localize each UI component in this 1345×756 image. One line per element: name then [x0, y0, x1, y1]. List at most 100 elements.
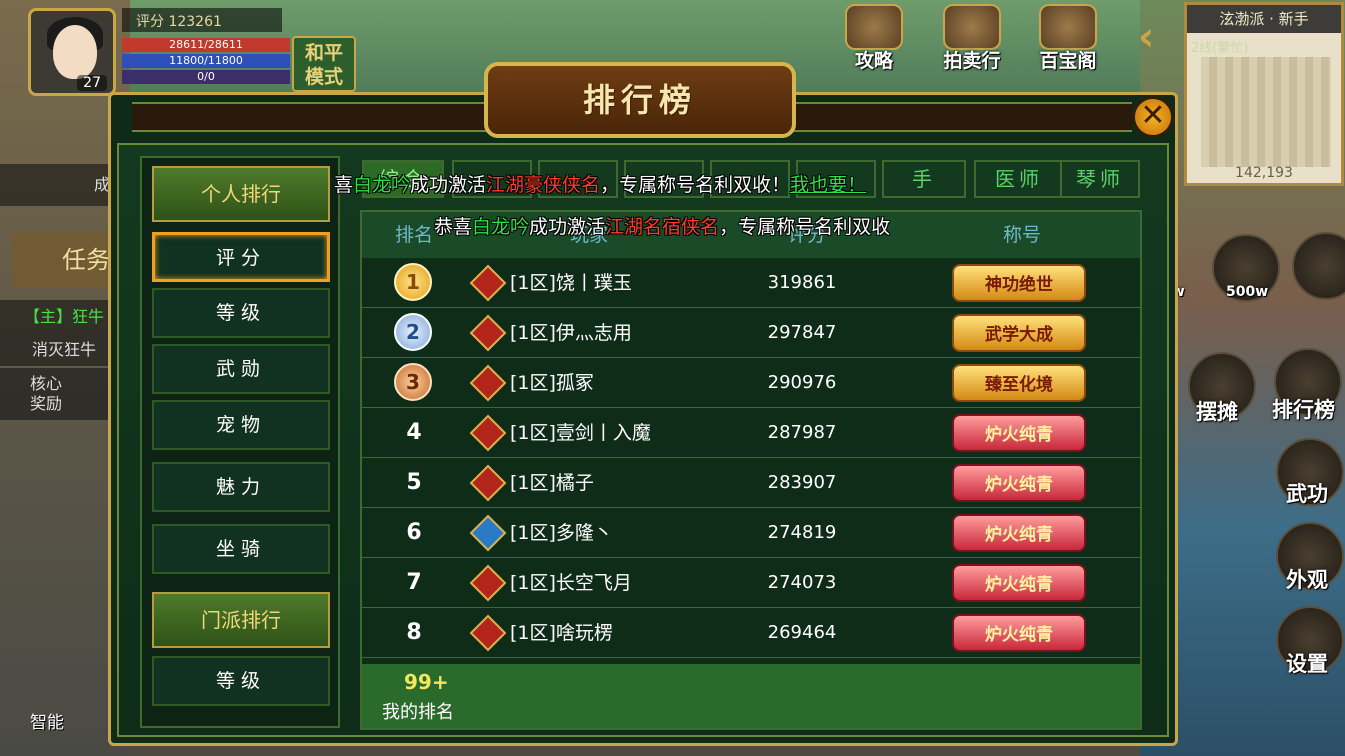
player-name[interactable]: [1区]多隆丶	[510, 508, 613, 558]
table-row[interactable]: 5 [1区]橘子 283907 炉火纯青	[362, 458, 1140, 508]
announce2-player: 白龙吟	[472, 216, 530, 238]
tab-physician[interactable]: 医师	[974, 160, 1064, 198]
chevron-left-icon[interactable]: ‹	[1138, 14, 1174, 60]
player-name[interactable]: [1区]壹剑丨入魔	[510, 408, 651, 458]
minimap-title: 泫渤派 · 新手	[1187, 5, 1341, 33]
auction-button[interactable]: 拍卖行	[930, 4, 1014, 76]
player-score-value: 297847	[767, 322, 837, 343]
task-panel-tab[interactable]: 任务	[12, 232, 118, 288]
sidebar-item-pet[interactable]: 宠物	[152, 400, 330, 450]
school-emblem-icon	[469, 314, 507, 352]
announcement-2: 恭喜白龙吟成功激活江湖名宿侠名，专属称号名利双收	[434, 212, 890, 239]
player-name[interactable]: [1区]伊灬志用	[510, 308, 632, 358]
peace-mode-button[interactable]: 和平 模式	[292, 36, 356, 92]
announcement-1: 喜白龙吟成功激活江湖豪侠侠名，专属称号名利双收！我也要！	[334, 170, 866, 197]
table-row[interactable]: 4 [1区]壹剑丨入魔 287987 炉火纯青	[362, 408, 1140, 458]
player-score-value: 283907	[767, 472, 837, 493]
school-emblem-icon	[469, 564, 507, 602]
player-name[interactable]: [1区]橘子	[510, 458, 594, 508]
my-rank-label: 我的排名	[382, 702, 454, 723]
rank-medal-gold-icon: 1	[394, 263, 432, 301]
treasure-shop-label: 百宝阁	[1039, 50, 1097, 72]
table-row[interactable]: 8 [1区]啥玩楞 269464 炉火纯青	[362, 608, 1140, 658]
title-badge: 炉火纯青	[952, 464, 1086, 502]
table-row[interactable]: 3 [1区]孤冢 290976 臻至化境	[362, 358, 1140, 408]
peace-mode-line2: 模式	[304, 66, 343, 88]
title-badge: 炉火纯青	[952, 614, 1086, 652]
announce1-player: 白龙吟	[353, 174, 411, 196]
close-icon[interactable]: ✕	[1132, 96, 1174, 138]
guide-label: 攻略	[854, 50, 893, 72]
minimap[interactable]: 泫渤派 · 新手 2线(繁忙) 142,193	[1184, 2, 1344, 186]
sidebar-item-score[interactable]: 评分	[152, 232, 330, 282]
guide-button[interactable]: 攻略	[832, 4, 916, 76]
rank-medal-silver-icon: 2	[394, 313, 432, 351]
appearance-label: 外观	[1286, 568, 1328, 592]
school-emblem-icon	[469, 414, 507, 452]
school-ranking-header[interactable]: 门派排行	[152, 592, 330, 648]
player-name[interactable]: [1区]孤冢	[510, 358, 594, 408]
player-level: 27	[77, 75, 107, 91]
pavilion-icon	[1039, 4, 1097, 50]
left-tab-achievement[interactable]: 成	[0, 164, 118, 206]
announce2-prefix: 恭喜	[434, 216, 473, 238]
my-rank-bar: 99+ 我的排名	[362, 664, 1140, 728]
quest-tag[interactable]: 【主】狂牛	[0, 300, 118, 334]
school-emblem-icon	[469, 514, 507, 552]
player-name[interactable]: [1区]啥玩楞	[510, 608, 613, 658]
sidebar-item-merit[interactable]: 武勋	[152, 344, 330, 394]
rank-number: 4	[406, 420, 422, 445]
peace-mode-line1: 和平	[304, 42, 343, 64]
announce2-mid: 成功激活	[529, 216, 606, 238]
title-badge: 炉火纯青	[952, 514, 1086, 552]
player-score-value: 274819	[767, 522, 837, 543]
table-row[interactable]: 6 [1区]多隆丶 274819 炉火纯青	[362, 508, 1140, 558]
minimap-terrain	[1201, 57, 1331, 167]
player-score: 评分 123261	[122, 8, 282, 32]
quest-description[interactable]: 消灭狂牛	[0, 334, 118, 366]
announce2-title: 江湖名宿侠名	[605, 216, 720, 238]
smart-mode-label[interactable]: 智能	[30, 708, 64, 733]
rank-number: 8	[406, 620, 422, 645]
title-badge: 炉火纯青	[952, 414, 1086, 452]
xp-bar: 0/0	[122, 70, 290, 84]
martial-label: 武功	[1286, 482, 1328, 506]
rank-medal-bronze-icon: 3	[394, 363, 432, 401]
player-name[interactable]: [1区]饶丨璞玉	[510, 258, 632, 308]
treasure-shop-button[interactable]: 百宝阁	[1026, 4, 1110, 76]
title-badge: 神功绝世	[952, 264, 1086, 302]
player-avatar[interactable]: 27	[28, 8, 116, 96]
rank-number: 5	[406, 470, 422, 495]
player-score-value: 269464	[767, 622, 837, 643]
player-name[interactable]: [1区]长空飞月	[510, 558, 632, 608]
table-row[interactable]: 1 [1区]饶丨璞玉 319861 神功绝世	[362, 258, 1140, 308]
minimap-coordinates: 142,193	[1235, 165, 1293, 181]
announce1-link[interactable]: 我也要！	[790, 174, 866, 196]
tab-musician[interactable]: 琴师	[1060, 160, 1140, 198]
tab-class-7[interactable]: 手	[882, 160, 966, 198]
sidebar-item-level[interactable]: 等级	[152, 288, 330, 338]
table-row[interactable]: 2 [1区]伊灬志用 297847 武学大成	[362, 308, 1140, 358]
hp-bar: 28611/28611	[122, 38, 290, 52]
school-emblem-icon	[469, 614, 507, 652]
player-score-value: 319861	[767, 272, 837, 293]
auction-label: 拍卖行	[943, 50, 1001, 72]
school-emblem-icon	[469, 464, 507, 502]
table-row[interactable]: 7 [1区]长空飞月 274073 炉火纯青	[362, 558, 1140, 608]
announce2-suffix: ，专属称号名利双收	[719, 216, 891, 238]
avatar-face	[53, 25, 97, 79]
sidebar-item-charm[interactable]: 魅力	[152, 462, 330, 512]
server-line[interactable]: 2线(繁忙)	[1191, 37, 1248, 56]
title-badge: 武学大成	[952, 314, 1086, 352]
dialog-title: 排行榜	[484, 62, 796, 138]
title-badge: 炉火纯青	[952, 564, 1086, 602]
personal-ranking-header[interactable]: 个人排行	[152, 166, 330, 222]
sidebar-item-mount[interactable]: 坐骑	[152, 524, 330, 574]
player-score-value: 274073	[767, 572, 837, 593]
my-rank-value: 99+	[404, 670, 449, 694]
sidebar-item-school-level[interactable]: 等级	[152, 656, 330, 706]
abacus-icon	[943, 4, 1001, 50]
player-score-value: 287987	[767, 422, 837, 443]
announce1-mid: 成功激活	[410, 174, 487, 196]
reward-line2: 奖励	[30, 394, 63, 413]
